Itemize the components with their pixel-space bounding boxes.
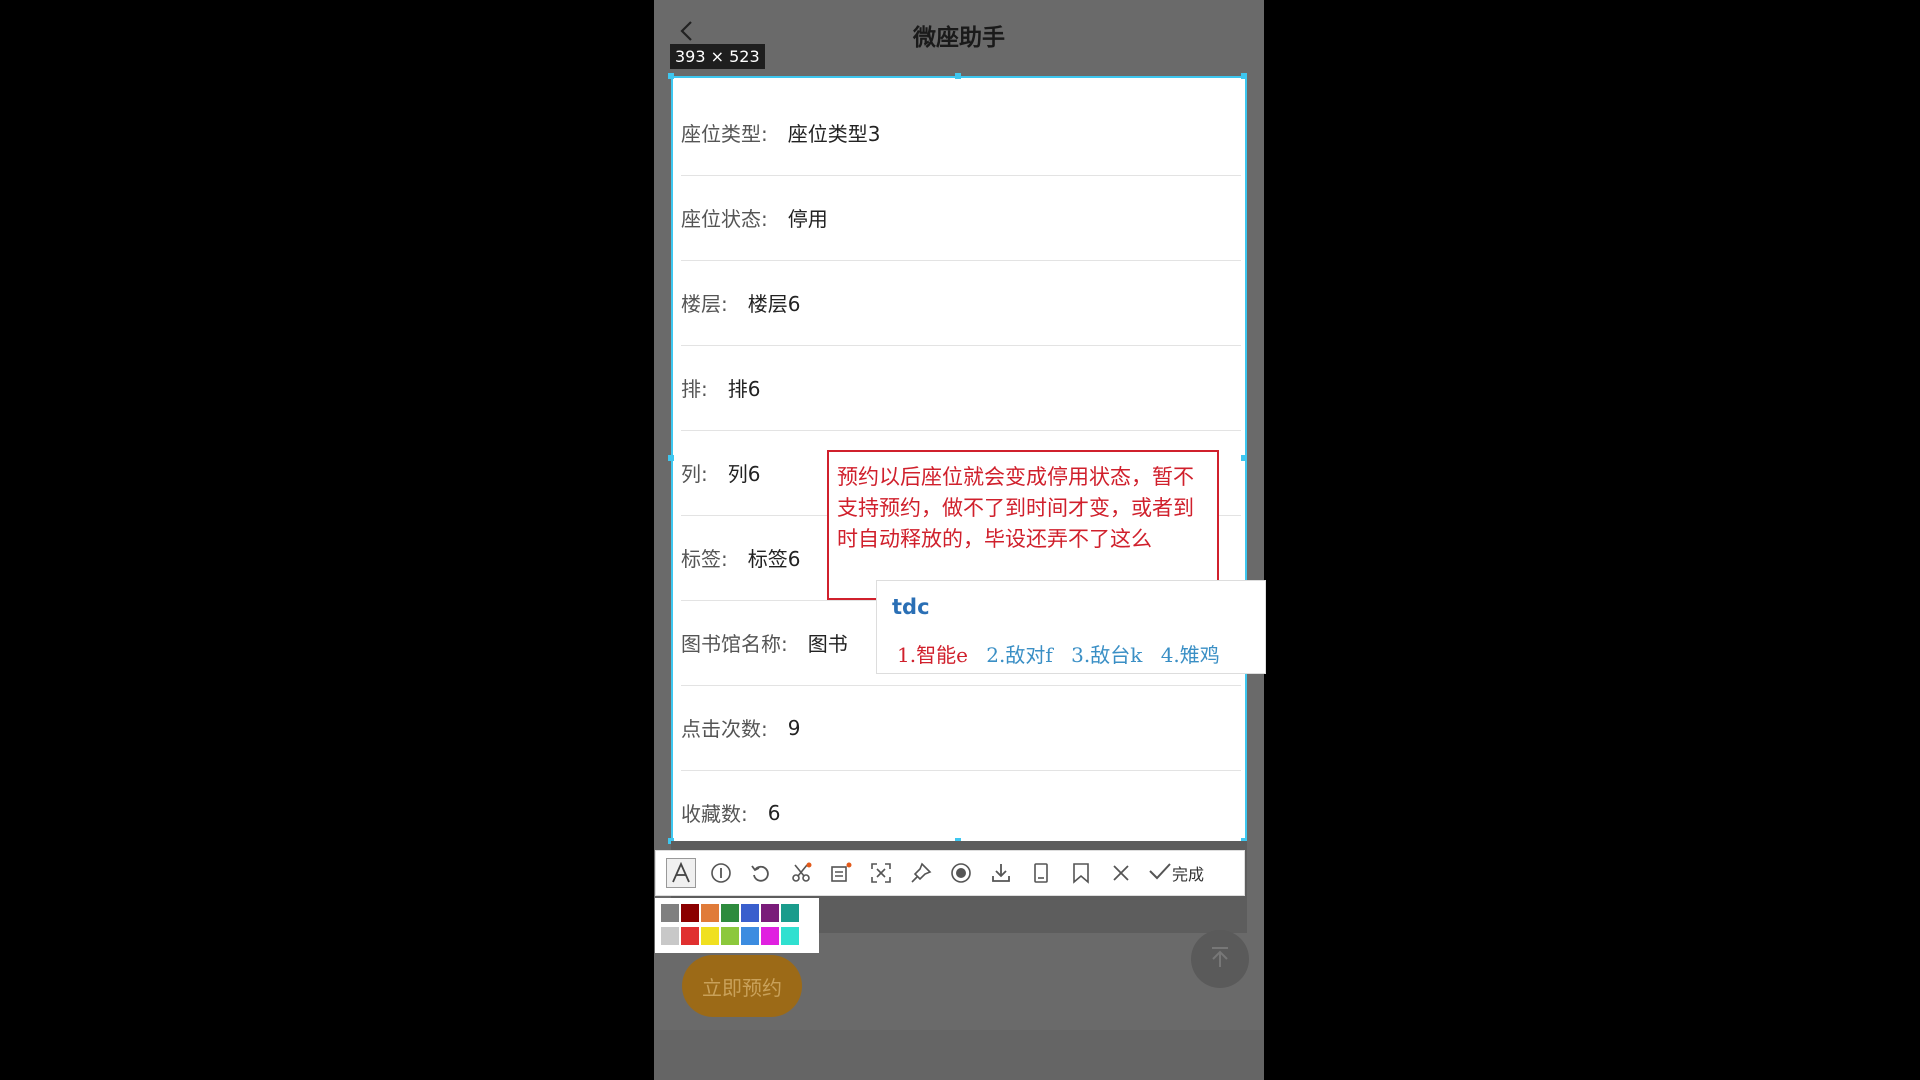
color-swatch[interactable] — [721, 927, 739, 945]
field-label: 收藏数: — [681, 802, 748, 826]
ime-candidate-window: tdc 1.智能e 2.敌对f 3.敌台k 4.雉鸡 — [876, 580, 1266, 674]
field-label: 列: — [681, 462, 708, 486]
field-row-seat-status: 座位状态: 停用 — [681, 175, 1241, 261]
bookmark-icon[interactable] — [1066, 858, 1096, 888]
field-row-click-count: 点击次数: 9 — [681, 685, 1241, 771]
color-swatch[interactable] — [761, 904, 779, 922]
color-swatch[interactable] — [661, 904, 679, 922]
color-swatch[interactable] — [681, 904, 699, 922]
color-swatch[interactable] — [741, 904, 759, 922]
text-icon[interactable] — [666, 858, 696, 888]
color-swatch[interactable] — [781, 927, 799, 945]
resize-handle[interactable] — [1241, 455, 1247, 461]
field-row-favorite-count: 收藏数: 6 — [681, 770, 1241, 841]
color-swatch[interactable] — [701, 904, 719, 922]
ime-candidate-list: 1.智能e 2.敌对f 3.敌台k 4.雉鸡 — [897, 639, 1232, 668]
app-header: 微座助手 393 × 523 — [654, 0, 1264, 69]
field-value: 排6 — [727, 377, 761, 401]
color-swatch[interactable] — [721, 904, 739, 922]
color-swatch[interactable] — [661, 927, 679, 945]
field-label: 座位类型: — [681, 122, 768, 146]
field-label: 排: — [681, 377, 708, 401]
download-icon[interactable] — [986, 858, 1016, 888]
cut-icon[interactable] — [786, 858, 816, 888]
field-value: 列6 — [727, 462, 761, 486]
field-value: 停用 — [787, 207, 828, 231]
field-value: 图书 — [807, 632, 848, 656]
field-row-floor: 楼层: 楼层6 — [681, 260, 1241, 346]
save-icon[interactable] — [1026, 858, 1056, 888]
color-swatch[interactable] — [781, 904, 799, 922]
field-value: 6 — [767, 800, 781, 825]
palette-row — [661, 927, 813, 947]
ime-candidate[interactable]: 4.雉鸡 — [1161, 643, 1220, 667]
color-swatch[interactable] — [681, 927, 699, 945]
done-label: 完成 — [1172, 865, 1205, 884]
field-label: 楼层: — [681, 292, 728, 316]
ime-candidate[interactable]: 3.敌台k — [1071, 643, 1142, 667]
region-icon[interactable] — [866, 858, 896, 888]
bottom-bar — [654, 1030, 1264, 1080]
selection-size-label: 393 × 523 — [670, 44, 765, 69]
field-value: 标签6 — [747, 547, 801, 571]
ime-candidate[interactable]: 2.敌对f — [986, 643, 1052, 667]
color-swatch[interactable] — [761, 927, 779, 945]
ime-input-text: tdc — [892, 595, 930, 619]
arrow-up-icon — [1207, 944, 1233, 974]
color-swatch[interactable] — [701, 927, 719, 945]
record-icon[interactable] — [946, 858, 976, 888]
ocr-icon[interactable] — [826, 858, 856, 888]
text-annotation-box[interactable]: 预约以后座位就会变成停用状态，暂不支持预约，做不了到时间才变，或者到时自动释放的… — [827, 450, 1219, 600]
scroll-top-button[interactable] — [1191, 930, 1249, 988]
close-icon[interactable] — [1106, 858, 1136, 888]
ime-candidate[interactable]: 1.智能e — [897, 643, 968, 667]
done-button[interactable]: 完成 — [1148, 860, 1204, 886]
pin-icon[interactable] — [906, 858, 936, 888]
check-icon — [1148, 860, 1172, 886]
reserve-button[interactable]: 立即预约 — [682, 955, 802, 1017]
resize-handle[interactable] — [1241, 73, 1247, 79]
field-value: 座位类型3 — [787, 122, 881, 146]
annotation-text[interactable]: 预约以后座位就会变成停用状态，暂不支持预约，做不了到时间才变，或者到时自动释放的… — [829, 452, 1217, 555]
field-value: 楼层6 — [747, 292, 801, 316]
field-label: 图书馆名称: — [681, 632, 788, 656]
color-palette — [655, 898, 819, 953]
field-value: 9 — [787, 715, 801, 740]
color-swatch[interactable] — [741, 927, 759, 945]
field-row-row: 排: 排6 — [681, 345, 1241, 431]
field-label: 标签: — [681, 547, 728, 571]
field-row-seat-type: 座位类型: 座位类型3 — [681, 90, 1241, 176]
screenshot-toolbar: 完成 — [655, 850, 1245, 896]
field-label: 座位状态: — [681, 207, 768, 231]
palette-row — [661, 904, 813, 924]
number-icon[interactable] — [706, 858, 736, 888]
field-label: 点击次数: — [681, 717, 768, 741]
resize-handle[interactable] — [955, 73, 961, 79]
resize-handle[interactable] — [668, 455, 674, 461]
resize-handle[interactable] — [668, 73, 674, 79]
undo-icon[interactable] — [746, 858, 776, 888]
